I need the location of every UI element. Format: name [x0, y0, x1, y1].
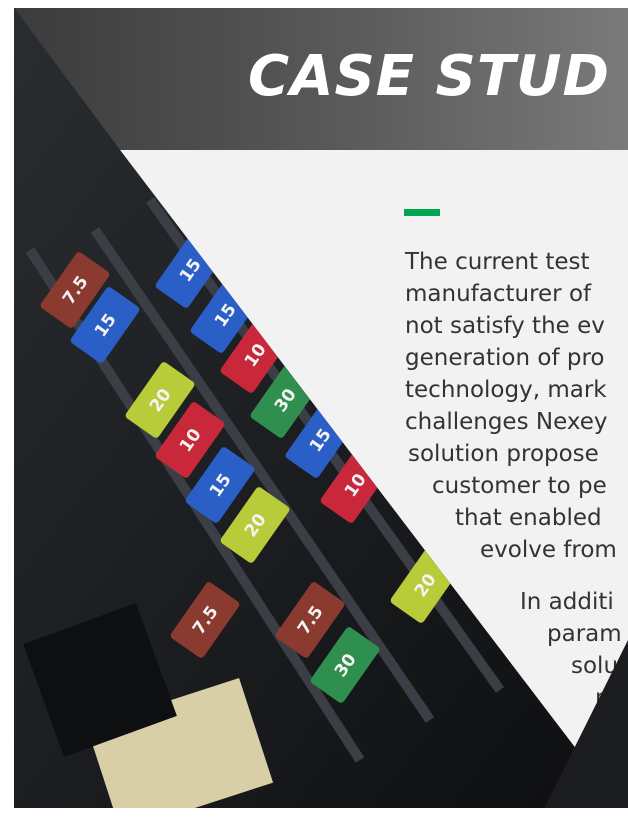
- paragraph-line: The current test: [405, 249, 590, 275]
- paragraph-line: param: [547, 621, 622, 647]
- paragraph-line: solution propose: [408, 441, 599, 467]
- left-margin: [0, 0, 14, 817]
- paragraph-line: challenges Nexey: [405, 409, 608, 435]
- paragraph-line: evolve from: [480, 537, 617, 563]
- paragraph-line: not satisfy the ev: [405, 313, 605, 339]
- bottom-margin: [0, 808, 628, 817]
- paragraph-line: customer to pe: [432, 473, 607, 499]
- paragraph-line: that enabled: [455, 505, 602, 531]
- paragraph-line: generation of pro: [405, 345, 605, 371]
- accent-bar: [404, 209, 440, 216]
- page-title: CASE STUD: [248, 44, 611, 109]
- paragraph-line: technology, mark: [405, 377, 607, 403]
- case-study-page: CASE STUD The current test manufacturer …: [0, 0, 628, 817]
- paragraph-line: In additi: [520, 589, 614, 615]
- paragraph-line: manufacturer of: [405, 281, 592, 307]
- top-margin: [0, 0, 628, 8]
